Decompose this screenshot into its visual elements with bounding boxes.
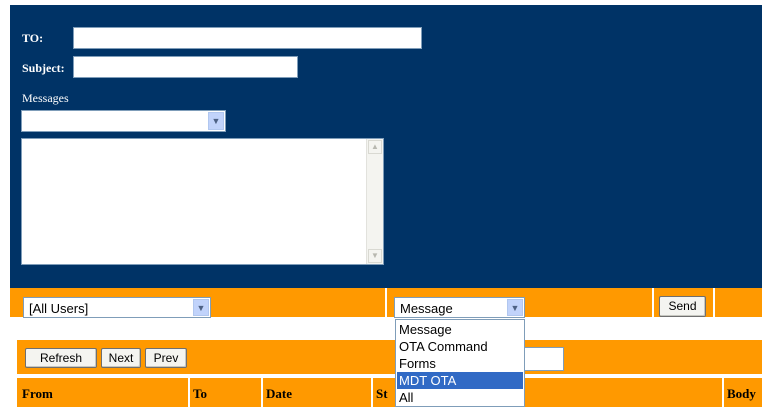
prev-button[interactable]: Prev [145,348,187,368]
next-button[interactable]: Next [101,348,141,368]
message-type-select-value: Message [400,301,453,316]
send-bar-divider-1 [385,288,387,317]
dropdown-option[interactable]: OTA Command [397,338,523,355]
message-type-select[interactable]: Message ▼ [394,297,525,318]
send-button[interactable]: Send [659,296,706,317]
header-date[interactable]: Date [266,386,292,402]
scroll-down-icon[interactable]: ▼ [368,249,382,263]
header-divider-3 [371,378,373,407]
dropdown-option[interactable]: Message [397,321,523,338]
chevron-down-icon[interactable]: ▼ [193,299,209,316]
message-type-dropdown[interactable]: Message OTA Command Forms MDT OTA All [395,319,525,407]
header-body[interactable]: Body [727,386,756,402]
message-body-textarea[interactable]: ▲ ▼ [21,138,384,265]
header-divider-2 [261,378,263,407]
header-to[interactable]: To [193,386,207,402]
user-select[interactable]: [All Users] ▼ [23,297,211,318]
message-body-scrollbar[interactable]: ▲ ▼ [366,139,383,264]
dropdown-option[interactable]: All [397,389,523,406]
send-bar-divider-3 [713,288,715,317]
messages-label: Messages [22,91,69,105]
table-header-row [17,378,762,407]
header-divider-1 [188,378,190,407]
scroll-up-icon[interactable]: ▲ [368,140,382,154]
chevron-down-icon[interactable]: ▼ [507,299,523,316]
dropdown-option[interactable]: Forms [397,355,523,372]
to-input[interactable] [73,27,422,49]
search-input[interactable] [522,347,564,371]
subject-label: Subject: [22,61,65,75]
user-select-value: [All Users] [29,301,89,316]
subject-input[interactable] [73,56,298,78]
header-status[interactable]: St [376,386,388,402]
dropdown-option-highlighted[interactable]: MDT OTA [397,372,523,389]
header-divider-4 [722,378,724,407]
messages-select[interactable]: ▼ [21,110,226,132]
send-bar-divider-2 [652,288,654,317]
to-label: TO: [22,31,44,45]
header-from[interactable]: From [22,386,53,402]
chevron-down-icon[interactable]: ▼ [208,112,224,130]
refresh-button[interactable]: Refresh [25,348,97,368]
